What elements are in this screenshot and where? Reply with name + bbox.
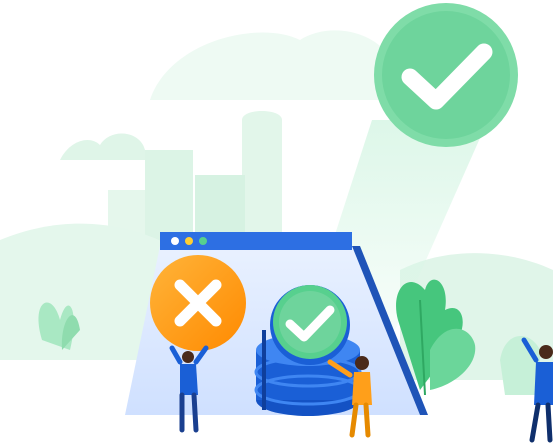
check-coin (270, 285, 350, 365)
failure-badge (150, 255, 246, 351)
illustration-svg (0, 3, 553, 446)
window-dot-green (199, 237, 207, 245)
success-badge (374, 3, 518, 147)
window-dot-red (171, 237, 179, 245)
cloud-small (60, 133, 145, 160)
window-dot-yellow (185, 237, 193, 245)
illustration-scene (0, 0, 553, 446)
